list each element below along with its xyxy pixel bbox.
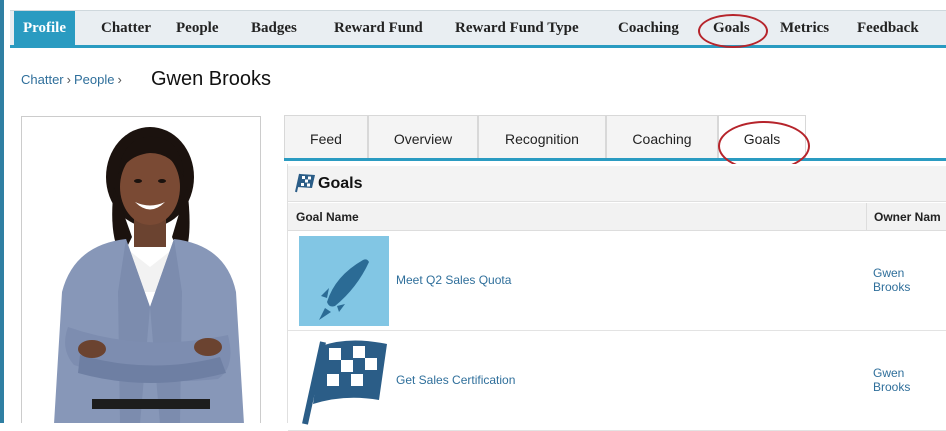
column-goal-name[interactable]: Goal Name bbox=[296, 210, 359, 224]
tab-overview[interactable]: Overview bbox=[368, 115, 478, 158]
tab-badges[interactable]: Badges bbox=[251, 11, 297, 46]
goals-panel-header: Goals bbox=[288, 166, 946, 202]
page-title: Gwen Brooks bbox=[151, 68, 272, 90]
goals-table-header: Goal Name Owner Nam bbox=[288, 203, 946, 231]
owner-last-name: Brooks bbox=[873, 380, 911, 394]
breadcrumb: Chatter › People › bbox=[21, 72, 125, 87]
owner-last-name: Brooks bbox=[873, 280, 911, 294]
tab-reward-fund[interactable]: Reward Fund bbox=[334, 11, 423, 46]
owner-link[interactable]: Gwen Brooks bbox=[873, 366, 910, 394]
owner-link[interactable]: Gwen Brooks bbox=[873, 266, 910, 294]
goals-tab-highlight bbox=[698, 14, 768, 48]
column-owner-name[interactable]: Owner Nam bbox=[874, 210, 941, 224]
breadcrumb-people-link[interactable]: People bbox=[74, 72, 114, 87]
column-divider bbox=[866, 203, 867, 231]
goals-flag-icon bbox=[295, 173, 315, 193]
breadcrumb-separator: › bbox=[117, 72, 122, 87]
breadcrumb-chatter-link[interactable]: Chatter bbox=[21, 72, 64, 87]
checkered-flag-icon bbox=[302, 340, 387, 425]
top-tab-bar: Profile Chatter People Badges Reward Fun… bbox=[10, 10, 946, 48]
table-row: Get Sales Certification Gwen Brooks bbox=[288, 331, 946, 431]
person-photo-icon bbox=[54, 127, 244, 423]
tab-profile[interactable]: Profile bbox=[14, 11, 75, 46]
left-border bbox=[0, 0, 4, 423]
profile-photo bbox=[21, 116, 261, 423]
tab-reward-fund-type[interactable]: Reward Fund Type bbox=[455, 11, 579, 46]
profile-tabs: Feed Overview Recognition Coaching Goals bbox=[284, 115, 946, 161]
tab-recognition[interactable]: Recognition bbox=[478, 115, 606, 158]
tab-feed[interactable]: Feed bbox=[284, 115, 368, 158]
table-row: Meet Q2 Sales Quota Gwen Brooks bbox=[288, 231, 946, 331]
tab-metrics[interactable]: Metrics bbox=[780, 11, 829, 46]
owner-first-name: Gwen bbox=[873, 266, 905, 280]
tab-coaching-profile[interactable]: Coaching bbox=[606, 115, 718, 158]
tab-chatter[interactable]: Chatter bbox=[101, 11, 151, 46]
breadcrumb-separator: › bbox=[66, 72, 71, 87]
tab-people[interactable]: People bbox=[176, 11, 219, 46]
tab-feedback[interactable]: Feedback bbox=[857, 11, 919, 46]
tab-coaching[interactable]: Coaching bbox=[618, 11, 679, 46]
owner-first-name: Gwen bbox=[873, 366, 905, 380]
goals-panel-title: Goals bbox=[318, 175, 363, 192]
goal-link[interactable]: Get Sales Certification bbox=[396, 373, 515, 387]
rocket-icon bbox=[299, 236, 389, 326]
goal-link[interactable]: Meet Q2 Sales Quota bbox=[396, 273, 511, 287]
